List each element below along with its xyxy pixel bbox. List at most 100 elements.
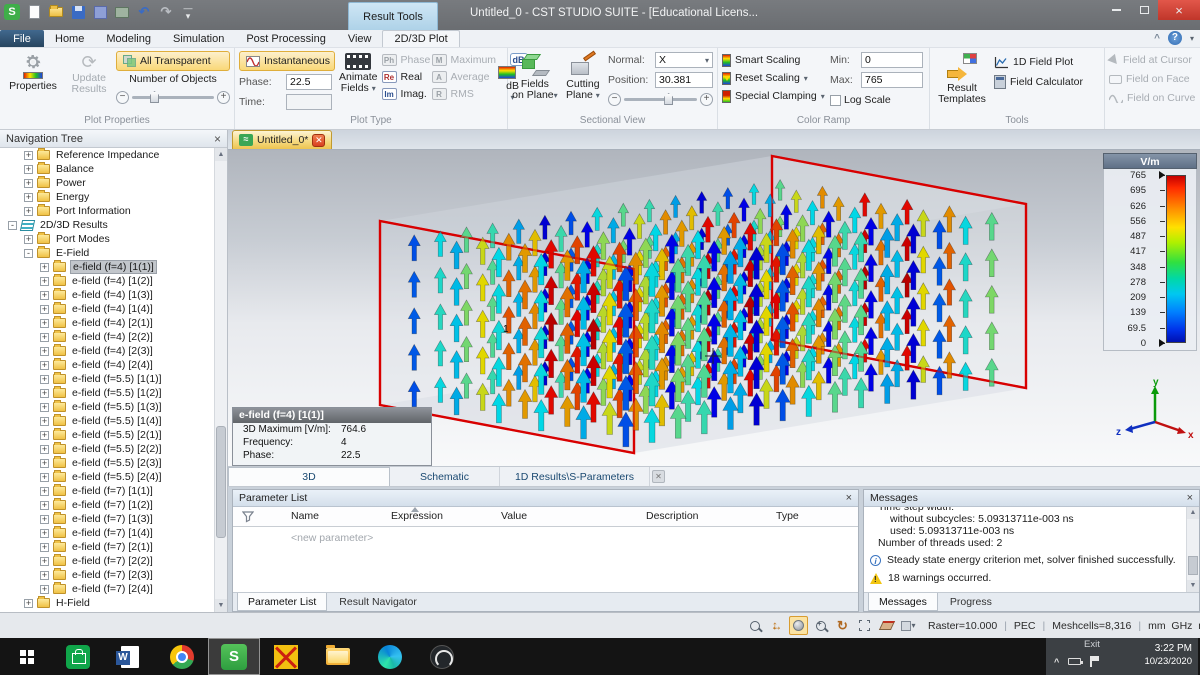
view-tab-1d-results-s-parameters[interactable]: 1D Results\S-Parameters (500, 467, 650, 486)
collapse-icon[interactable]: - (24, 248, 33, 258)
tree-item[interactable]: + e-field (f=5.5) [1(1)] (0, 372, 214, 386)
expand-icon[interactable]: + (40, 332, 49, 342)
pan-icon[interactable]: ↔ ↔ (767, 616, 786, 635)
reset-view-icon[interactable]: ↻ (833, 616, 852, 635)
help-dropdown-icon[interactable]: ▾ (1190, 34, 1194, 43)
increase-objects-icon[interactable]: + (217, 91, 230, 104)
tree-item[interactable]: + e-field (f=5.5) [1(2)] (0, 386, 214, 400)
objects-slider-thumb[interactable] (150, 91, 160, 103)
collapse-icon[interactable]: - (8, 220, 17, 230)
taskbar-app-obs-icon[interactable] (416, 638, 468, 675)
tree-item[interactable]: + e-field (f=7) [2(2)] (0, 554, 214, 568)
tree-item[interactable]: + e-field (f=5.5) [1(3)] (0, 400, 214, 414)
taskbar-app-cst-icon[interactable]: S (208, 638, 260, 675)
column-header-name[interactable]: Name (291, 510, 319, 522)
legend-range-marker-icon[interactable] (1159, 339, 1165, 347)
animate-fields-button[interactable]: Animate Fields ▾ (339, 51, 378, 94)
expand-icon[interactable]: + (40, 570, 49, 580)
messages-scrollbar[interactable]: ▲ ▼ (1186, 507, 1199, 592)
decrease-objects-icon[interactable]: − (116, 91, 129, 104)
view-tab-schematic[interactable]: Schematic (390, 467, 500, 486)
document-tab-close-icon[interactable]: ✕ (312, 133, 326, 147)
filter-icon[interactable] (242, 511, 254, 523)
expand-icon[interactable]: + (40, 262, 49, 272)
menu-tab-2d-3d-plot[interactable]: 2D/3D Plot (382, 30, 460, 47)
tree-item[interactable]: + e-field (f=4) [2(1)] (0, 316, 214, 330)
tree-item[interactable]: + Power (0, 176, 214, 190)
tree-item[interactable]: + Reference Impedance (0, 148, 214, 162)
expand-icon[interactable]: + (40, 290, 49, 300)
status-item[interactable]: PEC (1014, 620, 1036, 632)
tree-item[interactable]: + e-field (f=7) [1(4)] (0, 526, 214, 540)
expand-icon[interactable]: + (40, 514, 49, 524)
tree-item[interactable]: + e-field (f=4) [1(4)] (0, 302, 214, 316)
messages-close-icon[interactable]: × (1187, 492, 1193, 504)
1d-field-plot-button[interactable]: 1D Field Plot (994, 54, 1100, 70)
view-tab-close-icon[interactable]: ✕ (652, 470, 665, 483)
properties-button[interactable]: Properties (4, 51, 62, 92)
expand-icon[interactable]: + (40, 304, 49, 314)
expand-icon[interactable]: + (40, 584, 49, 594)
tree-item[interactable]: + H-Field (0, 596, 214, 610)
clock[interactable]: 3:22 PM 10/23/2020 (1144, 642, 1192, 668)
expand-icon[interactable]: + (40, 416, 49, 426)
expand-icon[interactable]: + (40, 360, 49, 370)
tree-item[interactable]: + e-field (f=5.5) [2(4)] (0, 470, 214, 484)
view-cube-icon[interactable]: ▾ (899, 616, 918, 635)
max-input[interactable] (861, 72, 923, 88)
view-tab-3d[interactable]: 3D (228, 467, 390, 486)
expand-icon[interactable]: + (24, 234, 33, 244)
scroll-down-icon[interactable]: ▼ (1187, 580, 1199, 592)
tree-item[interactable]: + e-field (f=4) [1(3)] (0, 288, 214, 302)
taskbar-app-store-icon[interactable] (52, 638, 104, 675)
log-scale-checkbox[interactable] (830, 94, 841, 106)
expand-icon[interactable]: + (24, 206, 33, 216)
tree-item[interactable]: + e-field (f=5.5) [2(1)] (0, 428, 214, 442)
expand-icon[interactable]: + (24, 598, 33, 608)
position-slider-thumb[interactable] (664, 93, 674, 105)
panel-tab-parameter-list[interactable]: Parameter List (237, 593, 328, 611)
tray-expand-icon[interactable]: ^ (1054, 657, 1059, 667)
menu-tab-home[interactable]: Home (44, 30, 95, 47)
result-templates-button[interactable]: Result Templates (934, 51, 990, 105)
taskbar-app-word-icon[interactable] (104, 638, 156, 675)
orbit-icon[interactable] (789, 616, 808, 635)
normal-select[interactable]: X ▾ (655, 52, 713, 68)
reset-scaling-button[interactable]: Reset Scaling ▾ (722, 70, 826, 86)
navigation-tree-close-icon[interactable]: × (214, 132, 221, 146)
close-button[interactable]: × (1158, 0, 1200, 20)
result-tools-context-tab[interactable]: Result Tools (348, 2, 438, 30)
instantaneous-button[interactable]: Instantaneous (239, 51, 335, 71)
time-input[interactable] (286, 94, 332, 110)
legend-range-marker-icon[interactable] (1159, 171, 1165, 179)
tree-item[interactable]: - E-Field (0, 246, 214, 260)
taskbar-app-edge-icon[interactable] (364, 638, 416, 675)
tree-item[interactable]: + e-field (f=7) [1(1)] (0, 484, 214, 498)
normal-dropdown-icon[interactable]: ▾ (705, 56, 709, 65)
menu-tab-view[interactable]: View (337, 30, 383, 47)
menu-tab-simulation[interactable]: Simulation (162, 30, 235, 47)
taskbar-app-windows-icon[interactable] (0, 638, 52, 675)
animate-dropdown-icon[interactable]: ▾ (372, 84, 376, 93)
document-tab[interactable]: ≈ Untitled_0* ✕ (232, 130, 333, 149)
special-clamping-button[interactable]: Special Clamping ▾ (722, 88, 826, 104)
tree-item[interactable]: + e-field (f=7) [2(4)] (0, 582, 214, 596)
expand-icon[interactable]: + (24, 178, 33, 188)
scroll-thumb[interactable] (1188, 556, 1198, 575)
help-icon[interactable]: ? (1167, 31, 1182, 45)
scroll-up-icon[interactable]: ▲ (1187, 507, 1199, 519)
expand-icon[interactable]: + (40, 500, 49, 510)
collapse-ribbon-icon[interactable]: ^ (1154, 33, 1160, 44)
action-center-icon[interactable] (1090, 656, 1099, 667)
fit-view-icon[interactable] (855, 616, 874, 635)
zoom-window-icon[interactable] (745, 616, 764, 635)
increase-position-icon[interactable]: + (700, 93, 713, 106)
tree-item[interactable]: + Port Information (0, 204, 214, 218)
expand-icon[interactable]: + (40, 444, 49, 454)
min-input[interactable] (861, 52, 923, 68)
taskbar-app-cst-legacy-icon[interactable] (260, 638, 312, 675)
reset-scaling-dropdown-icon[interactable]: ▾ (804, 74, 808, 83)
parameter-list-close-icon[interactable]: × (846, 492, 852, 504)
tree-item[interactable]: + Energy (0, 190, 214, 204)
tree-item[interactable]: + e-field (f=5.5) [2(3)] (0, 456, 214, 470)
